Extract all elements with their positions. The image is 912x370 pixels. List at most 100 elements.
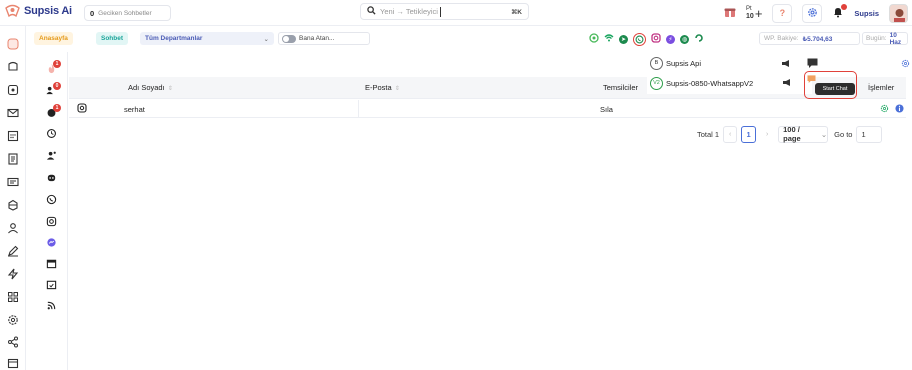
today-label: Bugün: (866, 35, 887, 42)
sidebar-item-calculator[interactable] (6, 129, 20, 143)
calendar-icon (46, 259, 56, 268)
sidebar-item-chat[interactable] (6, 83, 20, 97)
table-row[interactable]: serhat Sıla (69, 100, 906, 118)
settings-button[interactable] (802, 3, 823, 23)
sort-icon[interactable]: ⇕ (395, 86, 400, 92)
plus-icon[interactable]: + (755, 6, 763, 21)
report-icon (8, 153, 18, 165)
instagram-icon[interactable] (651, 33, 661, 45)
sidebar-item-apps[interactable] (6, 290, 20, 304)
chevron-down-icon: ⌄ (263, 35, 269, 43)
app-logo[interactable]: Supsis Ai (4, 4, 72, 18)
wp-balance-value: ₺5.704,63 (802, 35, 833, 43)
user-name[interactable]: Supsis (854, 9, 879, 18)
calendar-check-icon (46, 280, 56, 289)
assigned-to-me-toggle[interactable]: Bana Atan... (278, 32, 370, 45)
logo-icon (4, 4, 21, 18)
inbox-icon (8, 61, 18, 71)
bot-channel-icon[interactable] (589, 33, 599, 45)
cell-agent: Sıla (600, 105, 613, 114)
broadcast-icon[interactable] (782, 78, 792, 89)
notifications-button[interactable] (832, 4, 848, 20)
breadcrumb-home[interactable]: Anasayfa (34, 32, 73, 45)
sidebar-item-reports[interactable] (6, 152, 20, 166)
help-button[interactable]: ? (772, 3, 793, 23)
column-header-label: E-Posta (365, 83, 392, 92)
subside-item-history[interactable] (44, 126, 58, 140)
points-widget[interactable]: Pt 10 (746, 5, 754, 21)
prev-page-button[interactable]: ‹ (723, 125, 738, 143)
wp-balance: WP. Bakiye: ₺5.704,63 (759, 32, 860, 45)
column-header-name[interactable]: Adı Soyadı ⇕ (128, 83, 173, 92)
whatsapp-icon (635, 35, 644, 43)
sidebar-item-integrations[interactable] (6, 335, 20, 349)
start-chat-icon[interactable] (807, 58, 818, 70)
filter-bar: Anasayfa Sohbet Tüm Departmanlar ⌄ Bana … (26, 30, 908, 48)
sidebar-item-contacts[interactable] (6, 175, 20, 189)
subside-item-alarm[interactable]: 1 (44, 104, 61, 119)
whatsapp-account-dropdown: B Supsis Api V2 Supsis-0850-WhatsappV2 (647, 54, 818, 94)
late-chats-button[interactable]: 0 Geciken Sohbetler (84, 5, 171, 21)
messenger-icon[interactable]: ⚡ (666, 34, 675, 44)
avatar[interactable] (889, 3, 908, 23)
refresh-icon[interactable] (694, 33, 704, 45)
sidebar-item-mail[interactable] (6, 106, 20, 120)
column-header-label: Adı Soyadı (128, 83, 165, 92)
subside-badge: 1 (53, 60, 61, 68)
subside-item-calendar[interactable] (44, 256, 58, 270)
sidebar-item-users[interactable] (6, 221, 20, 235)
column-header-email[interactable]: E-Posta ⇕ (365, 83, 400, 92)
broadcast-icon[interactable] (781, 59, 791, 70)
goto-page-input[interactable]: 1 (856, 125, 883, 143)
subside-badge: 1 (53, 104, 61, 112)
instagram-icon (46, 216, 56, 226)
bot-icon (47, 174, 55, 181)
subside-item-team[interactable]: 0 (44, 82, 61, 97)
gear-icon (807, 7, 818, 20)
table-settings-button[interactable] (901, 59, 910, 70)
subside-item-calendar-check[interactable] (44, 277, 58, 291)
subside-item-bot[interactable] (44, 170, 58, 184)
breadcrumb-chat[interactable]: Sohbet (96, 32, 129, 45)
subside-item-instagram[interactable] (44, 214, 58, 228)
row-info-button[interactable] (895, 104, 904, 115)
sidebar-item-calendar[interactable] (6, 356, 20, 370)
wifi-icon[interactable] (604, 33, 614, 45)
sidebar-item-products[interactable] (6, 198, 20, 212)
toggle-switch[interactable] (282, 34, 296, 43)
column-header-agents: Temsilciler (603, 83, 639, 92)
subside-item-messenger[interactable] (44, 235, 58, 249)
user-group-icon (46, 151, 56, 160)
sidebar-item-editor[interactable] (6, 244, 20, 258)
dropdown-item-whatsapp-v2[interactable]: V2 Supsis-0850-WhatsappV2 (650, 75, 753, 91)
dropdown-item-supsis-api[interactable]: B Supsis Api (650, 55, 701, 71)
subside-item-hot[interactable]: 1 (44, 60, 61, 75)
search-icon (367, 6, 376, 17)
sort-icon[interactable]: ⇕ (168, 86, 173, 92)
next-page-button[interactable]: › (760, 126, 774, 143)
subside-item-rss[interactable] (44, 298, 58, 312)
cell-name: serhat (124, 105, 145, 114)
sidebar-item-home[interactable] (6, 37, 20, 51)
user-icon (8, 223, 18, 234)
subside-item-whatsapp[interactable] (44, 192, 58, 206)
history-icon (46, 128, 56, 138)
page-number[interactable]: 1 (741, 125, 757, 143)
sidebar-item-settings[interactable] (6, 313, 20, 327)
subside-item-agents[interactable] (44, 148, 58, 162)
row-settings-button[interactable] (880, 104, 889, 115)
sidebar-item-inbox[interactable] (6, 60, 20, 74)
department-value: Tüm Departmanlar (145, 35, 203, 42)
late-chats-count: 0 (90, 8, 95, 18)
account-badge: V2 (650, 76, 663, 90)
wechat-icon[interactable]: ◍ (680, 34, 689, 44)
command-search[interactable]: Yeni → Tetikleyici ⌘K (360, 3, 529, 20)
account-badge: B (650, 56, 663, 70)
whatsapp-filter-button[interactable] (633, 32, 646, 46)
gift-icon[interactable] (724, 6, 736, 20)
sidebar-item-automation[interactable] (6, 267, 20, 281)
calendar-icon (7, 358, 19, 369)
page-size-select[interactable]: 100 / page ⌄ (778, 125, 829, 143)
telegram-icon[interactable]: ➤ (619, 34, 628, 44)
department-select[interactable]: Tüm Departmanlar ⌄ (140, 32, 274, 45)
